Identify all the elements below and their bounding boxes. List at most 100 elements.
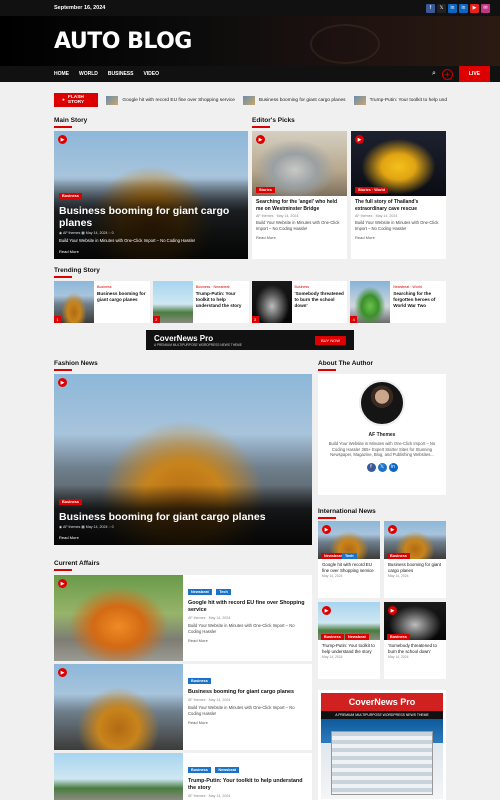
article-image [54,753,183,800]
international-card[interactable]: ▶ Business Newsbeat Trump-Putin: Your too… [318,602,380,679]
current-affairs-item[interactable]: ▶ Newsbeat Tech Google hit with record E… [54,575,312,661]
card-title[interactable]: 'Somebody threatened to burn the school … [384,640,446,655]
read-more-link[interactable]: Read More [256,235,343,240]
article-image: ▶ [54,575,183,661]
category-badge[interactable]: Tech [216,589,231,595]
trending-thumbnail: 4 [350,281,391,323]
category-badge[interactable]: Business [387,634,410,640]
category-badge[interactable]: Business [59,499,82,505]
facebook-icon[interactable]: f [426,3,435,13]
pick-title[interactable]: Searching for the 'angel' who held me on… [256,199,343,212]
trending-title[interactable]: Business booming for giant cargo planes [97,291,147,303]
trending-item[interactable]: 1 Business Business booming for giant car… [54,281,150,323]
nav-item-video[interactable]: VIDEO [143,71,159,77]
section-title-editors-picks: Editor's Picks [252,117,295,128]
category-badge[interactable]: Business [59,193,82,199]
plus-icon[interactable]: + [441,68,453,80]
category-badge[interactable]: Business [188,678,211,684]
international-card[interactable]: ▶ Newsbeat Tech Google hit with record EU… [318,521,380,598]
editors-pick-card[interactable]: ▶ Stories Searching for the 'angel' who … [252,131,347,259]
fashion-news-card[interactable]: ▶ Business Business booming for giant ca… [54,374,312,545]
trending-item[interactable]: 2 Business · Newsbeat Trump-Putin: Your t… [152,281,249,323]
international-news: ▶ Newsbeat Tech Google hit with record EU… [318,521,446,679]
main-story-overlay: Business Business booming for giant carg… [54,179,248,259]
x-twitter-icon[interactable]: 𝕏 [437,3,446,13]
x-twitter-icon[interactable]: 𝕏 [377,462,387,472]
pick-title[interactable]: The full story of Thailand's extraordina… [355,199,442,212]
article-title[interactable]: Business booming for giant cargo planes [188,689,307,696]
video-flag-icon: ▶ [58,135,67,144]
category-badge[interactable]: Stories · World [355,187,388,193]
ticker-item[interactable]: Google hit with record EU fine over Shop… [106,95,235,105]
excerpt: Build Your Website in Minutes with One-C… [355,220,439,231]
card-title[interactable]: Business booming for giant cargo planes [384,559,446,574]
linkedin-icon[interactable]: in [388,462,398,472]
rank-badge: 4 [350,316,358,323]
facebook-icon[interactable]: f [366,462,376,472]
excerpt: Build Your Website in Minutes with One-C… [188,623,295,634]
read-more-link[interactable]: Read More [59,249,243,254]
trending-stories: 1 Business Business booming for giant car… [54,281,446,323]
category-badge[interactable]: Newsbeat [215,767,240,773]
trending-item[interactable]: 3 Business 'Somebody threatened to burn t… [251,281,348,323]
category-badge[interactable]: Newsbeat [345,634,369,640]
category-badge[interactable]: Tech [342,553,357,559]
category-badge[interactable]: Business [188,767,211,773]
international-card[interactable]: ▶ Business Business booming for giant ca… [384,521,446,598]
main-story-card[interactable]: ▶ Business Business booming for giant ca… [54,131,248,259]
ad-tagline: A PREMIUM MULTIPURPOSE WORDPRESS NEWS TH… [154,342,242,347]
article-title[interactable]: Trump-Putin: Your toolkit to help unders… [188,778,307,792]
editors-picks: ▶ Stories Searching for the 'angel' who … [252,131,446,259]
category-badge[interactable]: Business [387,553,410,559]
linkedin-icon[interactable]: in [459,3,468,13]
card-title[interactable]: Trump-Putin: Your toolkit to help unders… [318,640,380,655]
top-bar: September 16, 2024 f 𝕏 in in ▶ ✉ [0,0,500,16]
youtube-icon[interactable]: ▶ [470,3,479,13]
trending-item[interactable]: 4 Newsbeat · World Searching for the forg… [350,281,446,323]
ticker-thumbnail [353,95,366,105]
read-more-link[interactable]: Read More [188,720,307,725]
category-badge[interactable]: Newsbeat [188,589,212,595]
read-more-link[interactable]: Read More [188,638,307,643]
sidebar-ad[interactable]: CoverNews Pro A PREMIUM MULTIPURPOSE WOR… [318,690,446,800]
ad-banner[interactable]: CoverNews Pro A PREMIUM MULTIPURPOSE WOR… [146,330,354,350]
trending-categories[interactable]: Newsbeat · World [393,285,443,289]
international-card[interactable]: ▶ Business 'Somebody threatened to burn … [384,602,446,679]
linkedin-icon[interactable]: in [448,3,457,13]
main-nav: HOME WORLD BUSINESS VIDEO ⌕ + LIVE [0,66,500,82]
article-title[interactable]: Google hit with record EU fine over Shop… [188,600,307,614]
trending-title[interactable]: Trump-Putin: Your toolkit to help unders… [196,291,246,309]
ticker-item[interactable]: Business booming for giant cargo planes [242,95,346,105]
post-meta: AF themes · May 14, 2024 [188,616,231,620]
excerpt: Build Your Website in Minutes with One-C… [188,705,295,716]
trending-title[interactable]: 'Somebody threatened to burn the school … [295,291,345,309]
ticker-item[interactable]: Trump-Putin: Your toolkit to help und [353,95,447,105]
live-button[interactable]: LIVE [458,66,490,82]
trending-categories[interactable]: Business · Newsbeat [196,285,246,289]
main-story-title[interactable]: Business booming for giant cargo planes [59,205,243,229]
nav-item-world[interactable]: WORLD [79,71,98,77]
category-badge[interactable]: Stories [256,187,275,193]
trending-title[interactable]: Searching for the forgotten heroes of Wo… [393,291,443,309]
video-flag-icon: ▶ [355,135,364,144]
editors-pick-card[interactable]: ▶ Stories · World The full story of Thai… [351,131,446,259]
current-affairs-item[interactable]: ▶ Business Business booming for giant ca… [54,664,312,750]
search-icon[interactable]: ⌕ [432,70,436,78]
post-date: May 14, 2024 [322,655,343,660]
fashion-overlay: Business Business booming for giant carg… [54,485,312,545]
card-title[interactable]: Google hit with record EU fine over Shop… [318,559,380,574]
mail-icon[interactable]: ✉ [481,3,490,13]
buy-now-button[interactable]: BUY NOW [314,335,346,345]
post-meta: AF themes · May 14, 2024 [355,214,398,218]
flash-story-label: ● FLASH STORY [54,93,99,107]
fashion-title[interactable]: Business booming for giant cargo planes [59,511,307,523]
nav-item-business[interactable]: BUSINESS [108,71,134,77]
current-affairs-item[interactable]: Business Newsbeat Trump-Putin: Your tool… [54,753,312,800]
trending-categories[interactable]: Business [97,285,147,289]
nav-item-home[interactable]: HOME [54,71,69,77]
site-logo[interactable]: AUTO BLOG [54,29,192,54]
read-more-link[interactable]: Read More [59,535,307,540]
read-more-link[interactable]: Read More [355,235,442,240]
trending-categories[interactable]: Business [295,285,345,289]
category-badge[interactable]: Business [321,634,344,640]
